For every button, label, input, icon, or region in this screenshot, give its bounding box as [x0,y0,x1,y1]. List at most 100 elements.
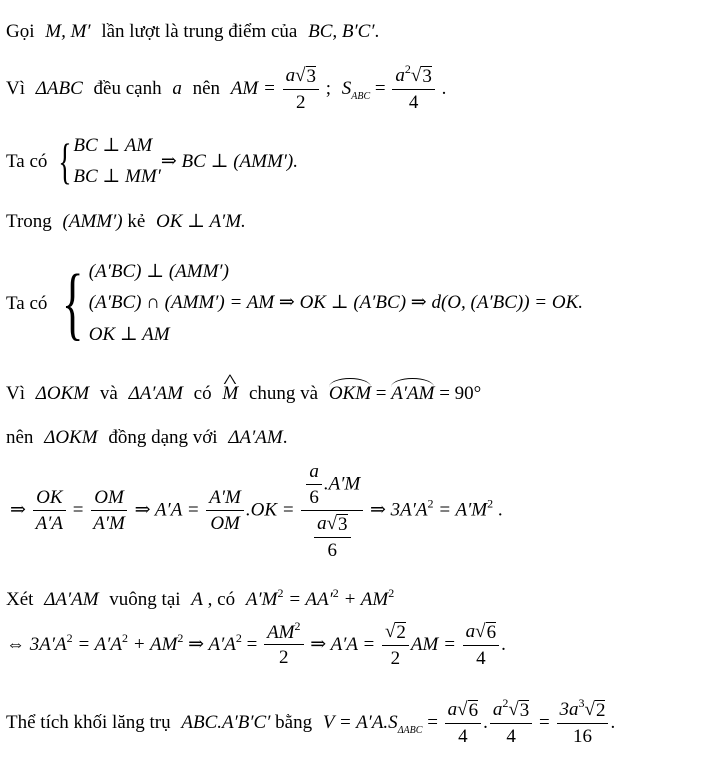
math: ΔABC [35,77,83,99]
math: a [465,621,476,642]
numerator: a [306,462,322,485]
sqrt: √ 3 [410,65,432,87]
text: . [374,21,380,42]
denominator: 2 [296,91,306,113]
subscript: ABC [351,90,371,102]
text: nên [6,427,34,448]
text: lần lượt là trung điểm của [101,21,298,42]
fraction: √ 2 2 [381,621,409,669]
math: ABC.A′B′C′ [181,711,271,733]
angle-m: M [222,384,238,403]
math: = [246,633,258,655]
text: . [610,711,616,733]
line-similar-reason: Vì ΔOKM và ΔA′AM có M chung và OKM = A′A… [6,378,481,404]
math: = [427,711,438,733]
denominator: 6 [327,539,338,561]
radicand: 2 [594,700,606,721]
math: .OK = [245,499,295,521]
text: Gọi [6,21,35,42]
text: Ta có [6,292,48,314]
fraction: OM A′M [90,488,128,534]
line-height-result: ⇔ 3A′A2 = A′A2 + AM2 ⇒ A′A2 = AM2 2 ⇒ A′… [6,620,506,669]
math: ⇒ 3A′A [369,499,428,521]
text: đồng dạng với [108,427,218,448]
math: ΔA′AM [44,589,99,610]
radicand: 3 [518,700,530,721]
text: vuông tại [109,589,181,610]
inner-fraction: a √ 3 6 [314,512,351,561]
fraction-area: a2 √ 3 4 [392,63,435,113]
left-brace: { [58,133,73,190]
angle-okm: OKM [328,378,372,404]
denominator: 4 [458,725,468,747]
math: ΔOKM [35,383,90,404]
radicand: 2 [395,622,406,643]
sqrt: √ 2 [384,621,406,643]
math: ⇒ BC ⊥ (AMM′). [160,150,299,172]
denominator: OM [210,513,240,535]
math: . [483,711,488,733]
line-pythagoras: Xét ΔA′AM vuông tại A , có A′M2 = AA′2 +… [6,587,394,610]
math: = A′M [438,499,488,521]
text: Thể tích khối lăng trụ [6,711,171,733]
text: , có [207,589,236,610]
superscript: 2 [235,630,242,645]
sqrt: √ 6 [475,621,497,643]
sqrt: √ 3 [508,699,530,721]
system-row: BC ⊥ MM′ [73,166,161,188]
left-brace: { [62,257,84,349]
math: ΔOKM [44,427,98,448]
text: bằng [275,711,313,733]
math: AM = [410,633,456,655]
sqrt: √ 3 [295,65,316,87]
system-row: OK ⊥ AM [88,323,170,345]
line-bc-perp: Ta có { BC ⊥ AM BC ⊥ MM′ ⇒ BC ⊥ (AMM′). [6,130,298,193]
math: A′M [245,589,278,610]
text: Vì [6,383,25,404]
system: BC ⊥ AM BC ⊥ MM′ [73,130,160,193]
math: a [492,699,503,720]
superscript: 2 [427,496,434,511]
compound-fraction: a 6 .A′M a √ 3 6 [301,462,364,561]
radicand: 6 [467,700,479,721]
text: nên [192,77,221,99]
math: a [317,512,327,534]
fraction: a2 √ 3 4 [489,697,533,747]
superscript: 2 [121,630,128,645]
subscript: ΔABC [397,724,423,736]
text: Xét [6,589,34,610]
math: + AM [343,589,389,610]
system: (A′BC) ⊥ (AMM′) (A′BC) ∩ (AMM′) = AM ⇒ O… [89,256,583,350]
line-midpoints: Gọi M, M′ lần lượt là trung điểm của BC,… [6,22,379,41]
inner-fraction: a 6 [306,462,322,508]
text: và [99,383,118,404]
math: = AA′ [288,589,333,610]
math: = [374,77,386,99]
math: (AMM′) [62,211,123,232]
fraction-am: a √ 3 2 [282,65,319,113]
sqrt: √ 6 [457,699,479,721]
text: Vì [6,77,25,99]
denominator: 16 [572,725,592,747]
line-trong: Trong (AMM′) kẻ OK ⊥ A′M. [6,212,246,231]
text: . [497,499,503,521]
math: ⇒ A′A [188,633,236,655]
line-volume: Thể tích khối lăng trụ ABC.A′B′C′ bằng V… [6,697,616,747]
sqrt: √ 2 [584,699,606,721]
system-row: BC ⊥ AM [73,135,153,156]
radicand: 3 [305,66,316,87]
math: BC, B′C′ [308,21,375,42]
text: . [441,77,447,99]
math: AM [267,621,295,643]
math: ΔA′AM [128,383,183,404]
superscript: 2 [294,618,301,633]
text: kẻ [127,211,146,232]
fraction: AM2 2 [264,620,304,669]
superscript: 2 [332,586,339,600]
math: .A′M [323,473,361,495]
radicand: 3 [337,513,348,535]
math: a [447,699,458,720]
math: AM = [230,77,276,99]
radicand: 6 [485,622,497,643]
math: = [375,383,387,404]
